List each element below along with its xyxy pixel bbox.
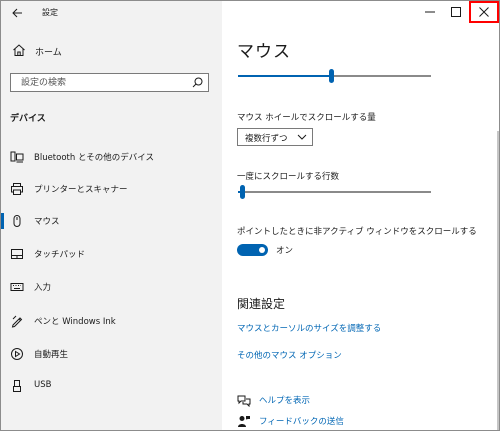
inactive-scroll-label: ポイントしたときに非アクティブ ウィンドウをスクロールする: [237, 227, 477, 237]
sidebar-item-label: マウス: [34, 217, 60, 227]
search-box: [10, 73, 209, 92]
sidebar-item-label: 自動再生: [34, 350, 69, 360]
scroll-amount-dropdown[interactable]: 複数行ずつ: [237, 128, 313, 146]
settings-window: 設定 ホーム デバイス Bluetooth とその他のデバイス: [0, 0, 500, 431]
sidebar-item-usb[interactable]: USB: [1, 371, 222, 401]
search-icon[interactable]: [192, 77, 203, 88]
slider-thumb[interactable]: [239, 185, 245, 199]
printer-icon: [11, 183, 23, 195]
scroll-amount-label: マウス ホイールでスクロールする量: [237, 113, 376, 123]
maximize-icon: [451, 7, 461, 17]
inactive-scroll-toggle[interactable]: [237, 244, 268, 256]
sidebar-item-label: USB: [34, 380, 52, 390]
scroll-amount-value: 複数行ずつ: [245, 134, 288, 144]
touchpad-icon: [11, 249, 23, 259]
sidebar-item-label: Bluetooth とその他のデバイス: [34, 153, 154, 163]
link-additional-mouse-options[interactable]: その他のマウス オプション: [237, 349, 342, 361]
home-label: ホーム: [35, 48, 62, 58]
related-settings-title: 関連設定: [237, 297, 286, 311]
link-pointer-size[interactable]: マウスとカーソルのサイズを調整する: [237, 322, 381, 334]
help-chat-icon: [237, 395, 251, 407]
back-arrow-icon: [11, 8, 22, 18]
section-title-devices: デバイス: [10, 114, 46, 124]
home-icon: [13, 44, 25, 56]
feedback-link[interactable]: フィードバックの送信: [259, 415, 344, 427]
search-input[interactable]: [11, 74, 201, 91]
minimize-icon: [425, 11, 435, 13]
feedback-icon: [238, 416, 250, 427]
sidebar-item-pen[interactable]: ペンと Windows Ink: [1, 306, 222, 336]
sidebar: 設定 ホーム デバイス Bluetooth とその他のデバイス: [1, 1, 222, 430]
toggle-knob: [259, 247, 265, 253]
sidebar-item-label: タッチパッド: [34, 250, 86, 260]
cursor-speed-slider[interactable]: [238, 69, 431, 83]
sidebar-item-printers[interactable]: プリンターとスキャナー: [1, 174, 222, 204]
keyboard-icon: [10, 283, 24, 291]
close-button[interactable]: [469, 1, 499, 23]
sidebar-item-bluetooth[interactable]: Bluetooth とその他のデバイス: [1, 142, 222, 172]
lines-label: 一度にスクロールする行数: [237, 172, 340, 182]
mouse-icon: [13, 215, 21, 227]
close-icon: [479, 7, 489, 17]
active-indicator: [1, 213, 4, 229]
usb-icon: [13, 380, 21, 392]
scrollbar[interactable]: [497, 131, 499, 430]
sidebar-item-autoplay[interactable]: 自動再生: [1, 339, 222, 369]
back-button[interactable]: [7, 4, 27, 22]
chevron-down-icon: [297, 134, 307, 140]
slider-fill: [238, 75, 331, 77]
toggle-state-label: オン: [276, 246, 294, 256]
sidebar-item-typing[interactable]: 入力: [1, 272, 222, 302]
sidebar-item-label: 入力: [34, 283, 52, 293]
lines-slider[interactable]: [238, 185, 431, 199]
sidebar-item-label: プリンターとスキャナー: [34, 185, 128, 195]
slider-thumb[interactable]: [328, 69, 334, 83]
sidebar-item-label: ペンと Windows Ink: [34, 317, 116, 327]
window-controls: [417, 1, 499, 25]
get-help-link[interactable]: ヘルプを表示: [259, 394, 310, 406]
sidebar-item-touchpad[interactable]: タッチパッド: [1, 239, 222, 269]
sidebar-item-home[interactable]: ホーム: [1, 39, 222, 63]
title-bar: 設定: [1, 1, 222, 25]
minimize-button[interactable]: [417, 1, 443, 23]
maximize-button[interactable]: [443, 1, 469, 23]
sidebar-item-mouse[interactable]: マウス: [1, 206, 222, 236]
main-content: マウス マウス ホイールでスクロールする量 複数行ずつ 一度にスクロールする行数…: [222, 1, 499, 430]
page-title: マウス: [237, 42, 291, 62]
window-title: 設定: [42, 8, 58, 17]
slider-track: [238, 191, 431, 193]
autoplay-icon: [11, 348, 23, 360]
pen-icon: [11, 315, 23, 328]
bluetooth-devices-icon: [10, 151, 24, 163]
